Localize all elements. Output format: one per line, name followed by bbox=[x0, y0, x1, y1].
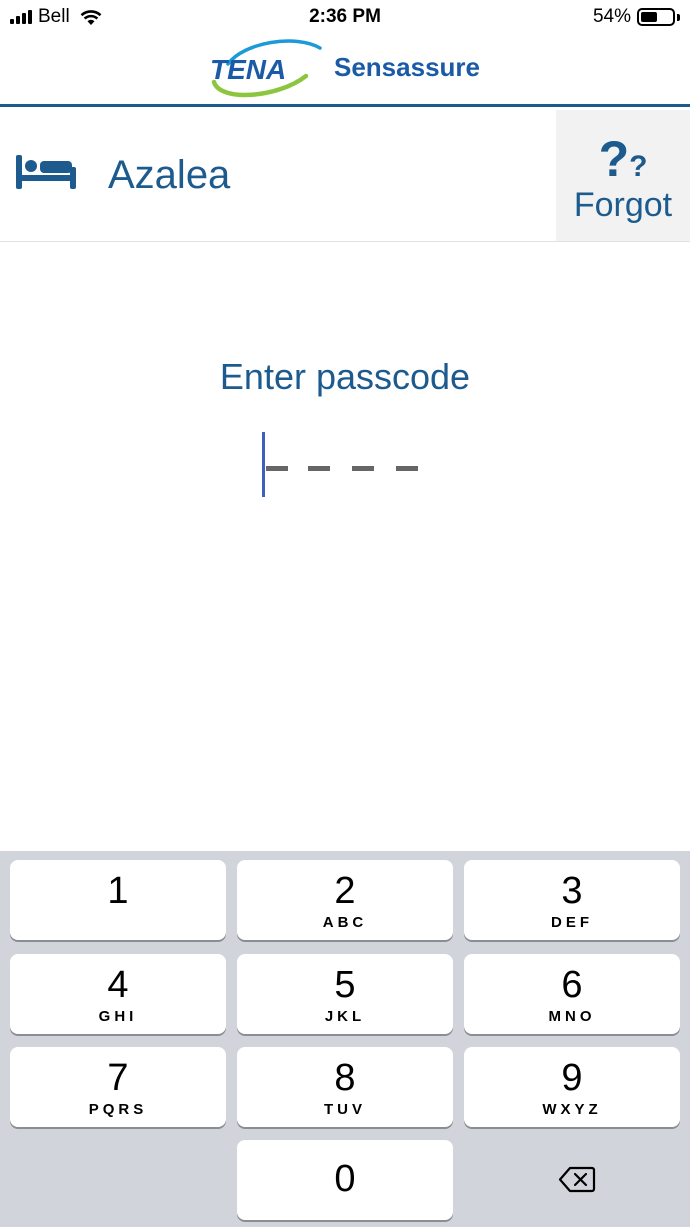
key-6[interactable]: 6 MNO bbox=[464, 954, 680, 1034]
key-8[interactable]: 8 TUV bbox=[237, 1047, 453, 1127]
passcode-input[interactable] bbox=[262, 432, 422, 498]
status-bar: Bell 2:36 PM 54% bbox=[0, 0, 690, 36]
logo-text: TENA bbox=[210, 54, 287, 85]
key-2[interactable]: 2 ABC bbox=[237, 860, 453, 940]
bed-icon bbox=[16, 155, 76, 189]
user-name: Azalea bbox=[108, 153, 231, 197]
passcode-prompt: Enter passcode bbox=[219, 356, 471, 397]
key-3[interactable]: 3 DEF bbox=[464, 860, 680, 940]
text-caret bbox=[262, 432, 265, 497]
key-7[interactable]: 7 PQRS bbox=[10, 1047, 226, 1127]
battery-percent: 54% bbox=[592, 6, 631, 27]
key-9[interactable]: 9 WXYZ bbox=[464, 1047, 680, 1127]
battery-fill bbox=[641, 12, 658, 22]
user-row: Azalea ?? Forgot bbox=[0, 107, 690, 242]
battery-icon bbox=[637, 8, 675, 26]
key-5[interactable]: 5 JKL bbox=[237, 954, 453, 1034]
passcode-digit-slot bbox=[266, 466, 288, 471]
app-header: TENA Sensassure bbox=[0, 36, 690, 104]
key-0[interactable]: 0 bbox=[237, 1140, 453, 1220]
clock: 2:36 PM bbox=[309, 6, 381, 27]
forgot-label: Forgot bbox=[573, 186, 673, 224]
passcode-digit-slot bbox=[308, 466, 330, 471]
key-4[interactable]: 4 GHI bbox=[10, 954, 226, 1034]
battery-group: 54% bbox=[593, 6, 680, 28]
question-marks-icon: ?? bbox=[598, 131, 648, 187]
passcode-digit-slot bbox=[396, 466, 418, 471]
battery-cap bbox=[677, 13, 680, 21]
tena-sensassure-logo: TENA Sensassure bbox=[208, 36, 488, 102]
key-1[interactable]: 1 bbox=[10, 860, 226, 940]
passcode-digit-slot bbox=[352, 466, 374, 471]
brand-name: Sensassure bbox=[334, 52, 480, 82]
backspace-icon[interactable] bbox=[558, 1166, 596, 1193]
forgot-button[interactable]: ?? Forgot bbox=[556, 110, 690, 241]
